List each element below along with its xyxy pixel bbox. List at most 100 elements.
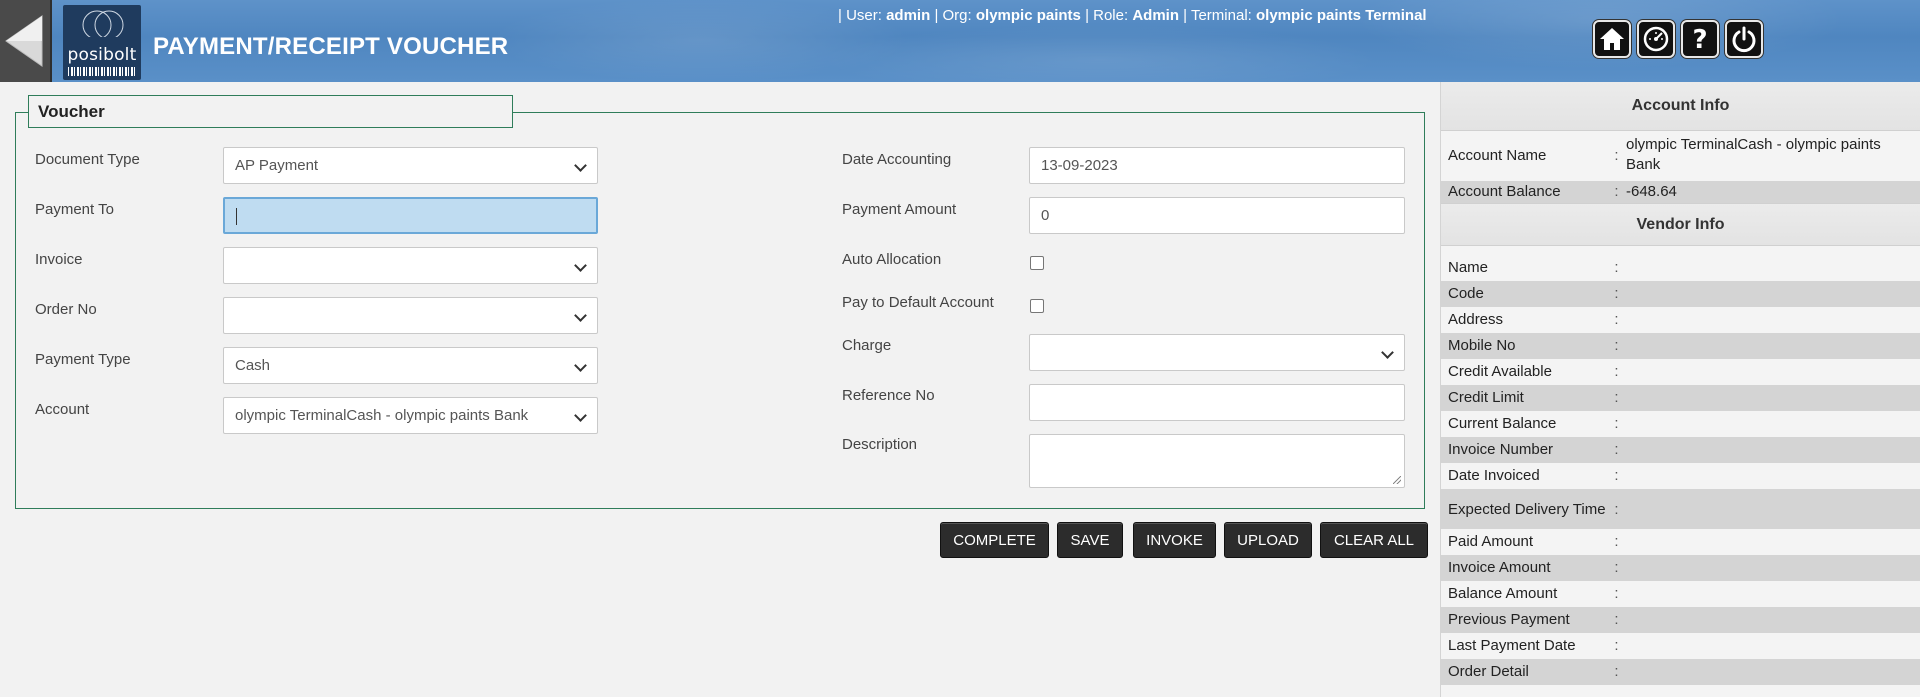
payment-type-label: Payment Type xyxy=(35,351,131,368)
home-icon xyxy=(1600,28,1624,50)
vendor-info-header: Vendor Info xyxy=(1441,203,1920,246)
description-label: Description xyxy=(842,436,918,453)
power-icon xyxy=(1732,26,1756,53)
separator: : xyxy=(1614,611,1619,628)
separator: : xyxy=(1614,147,1619,164)
document-type-select[interactable]: AP Payment xyxy=(223,147,598,184)
payment-to-input[interactable] xyxy=(223,197,598,234)
separator: : xyxy=(1614,663,1619,680)
vendor-info-row: Address: xyxy=(1441,307,1920,333)
payment-amount-input[interactable]: 0 xyxy=(1029,197,1405,234)
posibolt-logo: posibolt xyxy=(63,5,141,80)
account-value: olympic TerminalCash - olympic paints Ba… xyxy=(235,407,529,424)
description-textarea[interactable] xyxy=(1029,434,1405,488)
account-label: Account xyxy=(35,401,90,418)
back-arrow-icon xyxy=(5,15,43,67)
complete-button[interactable]: COMPLETE xyxy=(940,522,1049,558)
org-value: olympic paints xyxy=(975,7,1081,24)
separator: : xyxy=(1614,585,1619,602)
vendor-info-label: Credit Limit xyxy=(1448,389,1524,406)
separator: : xyxy=(1614,441,1619,458)
vendor-info-label: Expected Delivery Time xyxy=(1448,500,1606,518)
payment-amount-label: Payment Amount xyxy=(842,201,957,218)
vendor-info-row: Credit Limit: xyxy=(1441,385,1920,411)
reference-no-label: Reference No xyxy=(842,387,935,404)
account-balance-label: Account Balance xyxy=(1448,183,1561,200)
vendor-info-row: Paid Amount: xyxy=(1441,529,1920,555)
reference-no-input[interactable] xyxy=(1029,384,1405,421)
user-label: | User: xyxy=(838,7,882,24)
auto-allocation-checkbox[interactable] xyxy=(1030,256,1044,270)
account-name-value: olympic TerminalCash - olympic paints Ba… xyxy=(1626,136,1881,173)
org-label: | Org: xyxy=(934,7,972,24)
order-no-label: Order No xyxy=(35,301,97,318)
invoice-select[interactable] xyxy=(223,247,598,284)
page-title: PAYMENT/RECEIPT VOUCHER xyxy=(153,33,509,60)
document-type-label: Document Type xyxy=(35,151,140,168)
payment-type-select[interactable]: Cash xyxy=(223,347,598,384)
vendor-info-label: Last Payment Date xyxy=(1448,637,1576,654)
vendor-info-label: Name xyxy=(1448,259,1489,276)
vendor-info-label: Current Balance xyxy=(1448,415,1557,432)
separator: : xyxy=(1614,183,1619,200)
date-accounting-input[interactable]: 13-09-2023 xyxy=(1029,147,1405,184)
vendor-info-row: Mobile No: xyxy=(1441,333,1920,359)
vendor-info-label: Invoice Amount xyxy=(1448,559,1551,576)
separator: : xyxy=(1614,311,1619,328)
session-info: | User: admin | Org: olympic paints | Ro… xyxy=(838,7,1427,24)
vendor-info-row: Invoice Number: xyxy=(1441,437,1920,463)
upload-button[interactable]: UPLOAD xyxy=(1224,522,1312,558)
save-button[interactable]: SAVE xyxy=(1057,522,1123,558)
help-icon: ? xyxy=(1692,25,1707,53)
info-sidebar: Account Info Account Name : olympic Term… xyxy=(1440,82,1920,697)
logout-button[interactable] xyxy=(1725,20,1763,58)
payment-type-value: Cash xyxy=(235,357,271,374)
role-label: | Role: xyxy=(1085,7,1129,24)
separator: : xyxy=(1614,389,1619,406)
vendor-info-row: Balance Amount: xyxy=(1441,581,1920,607)
vendor-info-row: Order Detail: xyxy=(1441,659,1920,685)
terminal-value: olympic paints Terminal xyxy=(1256,7,1427,24)
date-accounting-label: Date Accounting xyxy=(842,151,952,168)
vendor-info-label: Address xyxy=(1448,311,1504,328)
vendor-info-row: Code: xyxy=(1441,281,1920,307)
vendor-info-row: Invoice Amount: xyxy=(1441,555,1920,581)
home-button[interactable] xyxy=(1593,20,1631,58)
account-balance-row: Account Balance : -648.64 xyxy=(1441,181,1920,203)
vendor-info-label: Mobile No xyxy=(1448,337,1516,354)
pay-default-account-label: Pay to Default Account xyxy=(842,294,994,311)
help-button[interactable]: ? xyxy=(1681,20,1719,58)
vendor-info-row: Credit Available: xyxy=(1441,359,1920,385)
text-cursor xyxy=(236,207,237,225)
pay-default-account-checkbox[interactable] xyxy=(1030,299,1044,313)
header-toolbar: ? xyxy=(1593,20,1763,58)
vendor-info-label: Balance Amount xyxy=(1448,585,1558,602)
role-value: Admin xyxy=(1132,7,1179,24)
svg-text:?: ? xyxy=(1692,25,1707,53)
dashboard-gauge-icon xyxy=(1643,26,1669,52)
clear-all-button[interactable]: CLEAR ALL xyxy=(1320,522,1428,558)
separator: : xyxy=(1614,259,1619,276)
separator: : xyxy=(1614,533,1619,550)
vendor-info-label: Code xyxy=(1448,285,1484,302)
order-no-select[interactable] xyxy=(223,297,598,334)
terminal-label: | Terminal: xyxy=(1183,7,1252,24)
document-type-value: AP Payment xyxy=(235,157,319,174)
vendor-info-label: Credit Available xyxy=(1448,363,1552,380)
vendor-info-row: Name: xyxy=(1441,255,1920,281)
vendor-info-row: Last Payment Date: xyxy=(1441,633,1920,659)
vendor-info-label: Date Invoiced xyxy=(1448,467,1540,484)
voucher-legend: Voucher xyxy=(28,95,513,128)
vendor-info-label: Paid Amount xyxy=(1448,533,1534,550)
dashboard-button[interactable] xyxy=(1637,20,1675,58)
separator: : xyxy=(1614,637,1619,654)
vendor-info-label: Invoice Number xyxy=(1448,441,1554,458)
account-select[interactable]: olympic TerminalCash - olympic paints Ba… xyxy=(223,397,598,434)
back-button[interactable] xyxy=(0,0,52,82)
separator: : xyxy=(1614,285,1619,302)
date-accounting-value: 13-09-2023 xyxy=(1041,157,1118,174)
invoke-button[interactable]: INVOKE xyxy=(1133,522,1216,558)
account-info-header: Account Info xyxy=(1441,82,1920,131)
vendor-info-row: Expected Delivery Time: xyxy=(1441,489,1920,529)
charge-select[interactable] xyxy=(1029,334,1405,371)
